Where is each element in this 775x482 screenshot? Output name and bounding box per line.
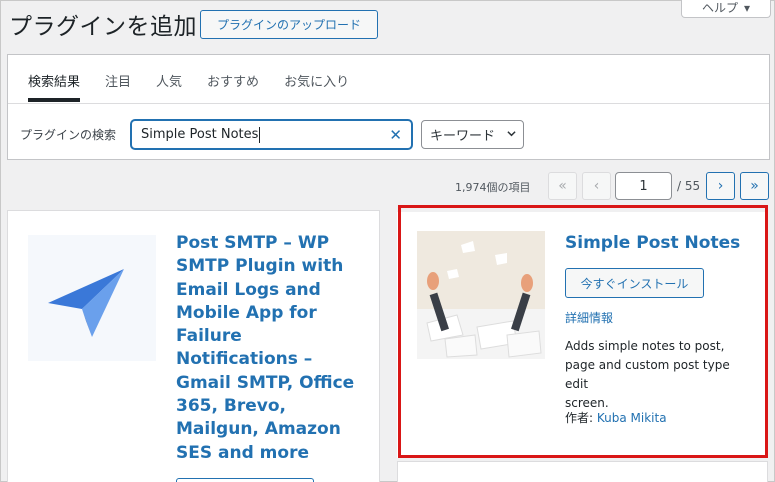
chevron-down-icon: [507, 131, 516, 137]
tab-bar: 検索結果 注目 人気 おすすめ お気に入り: [28, 71, 374, 102]
description-line: Adds simple notes to post,: [565, 339, 725, 353]
prev-page-button[interactable]: ‹: [582, 172, 611, 200]
tab-recommended[interactable]: おすすめ: [207, 71, 259, 102]
title-line: Notifications –: [176, 349, 313, 370]
search-type-select[interactable]: キーワード: [421, 120, 524, 149]
page-title: プラグインを追加: [9, 14, 197, 40]
title-line: Gmail SMTP, Office: [176, 372, 355, 393]
title-line: 365, Brevo,: [176, 396, 286, 417]
more-details-link[interactable]: 詳細情報: [565, 309, 613, 326]
plugin-title-post-smtp[interactable]: Post SMTP – WP SMTP Plugin with Email Lo…: [176, 232, 366, 465]
title-line: Failure: [176, 326, 242, 347]
item-count: 1,974個の項目: [455, 181, 531, 194]
total-pages: / 55: [677, 179, 701, 193]
install-now-button[interactable]: 今すぐインストール: [565, 268, 704, 298]
help-button[interactable]: ヘルプ ▾: [681, 0, 771, 18]
last-page-button[interactable]: »: [740, 172, 769, 200]
clear-icon[interactable]: ✕: [389, 126, 402, 144]
search-input[interactable]: Simple Post Notes ✕: [131, 120, 412, 149]
chevron-down-icon: ▾: [743, 0, 751, 15]
next-page-button[interactable]: ›: [706, 172, 735, 200]
tab-favorites[interactable]: お気に入り: [284, 71, 349, 102]
tab-featured[interactable]: 注目: [105, 71, 131, 102]
search-value: Simple Post Notes: [141, 127, 259, 142]
author-link[interactable]: Kuba Mikita: [597, 411, 667, 425]
install-button-partial[interactable]: [176, 478, 314, 482]
description-line: page and custom post type edit: [565, 358, 730, 391]
plugin-card-post-smtp: Post SMTP – WP SMTP Plugin with Email Lo…: [7, 210, 380, 482]
help-label: ヘルプ: [701, 1, 738, 15]
title-line: Mailgun, Amazon: [176, 419, 341, 440]
title-line: SMTP Plugin with: [176, 256, 344, 277]
plugin-card-simple-post-notes: Simple Post Notes 今すぐインストール 詳細情報 Adds si…: [397, 212, 768, 458]
upload-plugin-button[interactable]: プラグインのアップロード: [200, 10, 378, 39]
tab-popular[interactable]: 人気: [156, 71, 182, 102]
hands-papers-icon: [417, 231, 545, 359]
title-line: Email Logs and: [176, 279, 321, 300]
filter-card: 検索結果 注目 人気 おすすめ お気に入り プラグインの検索 Simple Po…: [7, 54, 770, 160]
current-page-input[interactable]: 1: [615, 172, 672, 200]
search-label: プラグインの検索: [20, 128, 117, 142]
tab-search-results[interactable]: 検索結果: [28, 71, 81, 102]
plugin-author: 作者: Kuba Mikita: [565, 409, 667, 426]
first-page-button[interactable]: «: [548, 172, 577, 200]
paper-plane-icon: [28, 235, 156, 361]
author-label: 作者:: [565, 411, 594, 425]
title-line: SES and more: [176, 442, 309, 463]
title-line: Post SMTP – WP: [176, 233, 330, 253]
text-cursor: [259, 126, 261, 143]
plugin-title-simple-post-notes[interactable]: Simple Post Notes: [565, 232, 740, 255]
title-line: Mobile App for: [176, 302, 317, 323]
search-type-value: キーワード: [430, 129, 496, 144]
tabs-divider: [8, 103, 769, 104]
card-bottom-edge: [397, 461, 768, 482]
plugin-description: Adds simple notes to post, page and cust…: [565, 337, 755, 413]
